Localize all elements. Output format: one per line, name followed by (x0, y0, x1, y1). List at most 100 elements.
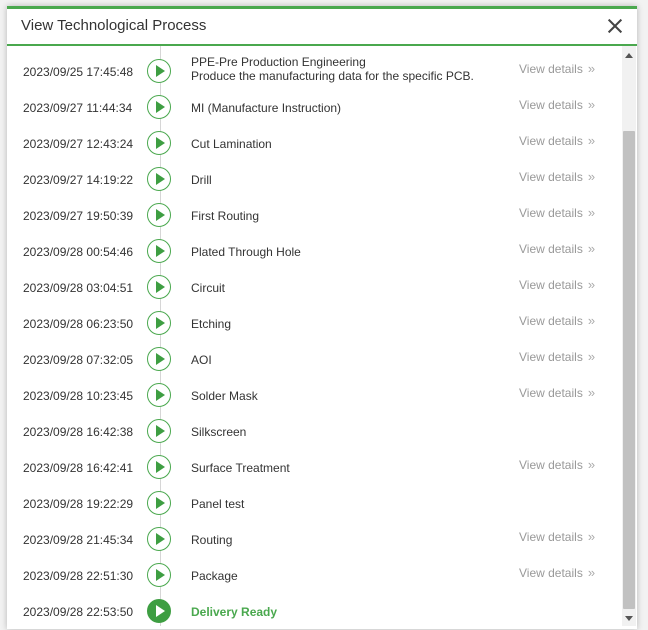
step-timestamp: 2023/09/28 19:22:29 (23, 497, 134, 511)
view-details-label: View details (519, 134, 583, 148)
play-icon (147, 347, 171, 371)
view-details-link[interactable]: View details » (519, 277, 595, 292)
process-step: 2023/09/28 07:32:05 AOI View details » (7, 342, 621, 378)
view-details-label: View details (519, 350, 583, 364)
play-icon (147, 455, 171, 479)
view-details-link[interactable]: View details » (519, 457, 595, 472)
double-chevron-right-icon: » (587, 457, 596, 472)
process-step: 2023/09/28 22:53:50 Delivery Ready (7, 594, 621, 626)
step-name: Panel test (191, 497, 245, 511)
step-timestamp: 2023/09/27 12:43:24 (23, 137, 134, 151)
process-dialog: View Technological Process 2023/09/25 17… (7, 6, 637, 629)
dialog-title: View Technological Process (21, 17, 207, 34)
double-chevron-right-icon: » (587, 97, 596, 112)
step-timestamp: 2023/09/27 14:19:22 (23, 173, 134, 187)
view-details-link[interactable]: View details » (519, 349, 595, 364)
step-timestamp: 2023/09/28 16:42:41 (23, 461, 134, 475)
scroll-down-arrow-icon[interactable] (625, 616, 633, 621)
process-step: 2023/09/28 10:23:45 Solder Mask View detai… (7, 378, 621, 414)
view-details-link[interactable]: View details » (519, 169, 595, 184)
view-details-label: View details (519, 386, 583, 400)
view-details-link[interactable]: View details » (519, 385, 595, 400)
step-description: Produce the manufacturing data for the s… (191, 69, 474, 83)
view-details-link[interactable]: View details » (519, 97, 595, 112)
step-name: Package (191, 569, 238, 583)
step-name: Surface Treatment (191, 461, 290, 475)
process-step: 2023/09/28 16:42:38 Silkscreen (7, 414, 621, 450)
view-details-link[interactable]: View details » (519, 313, 595, 328)
double-chevron-right-icon: » (587, 277, 596, 292)
step-timestamp: 2023/09/25 17:45:48 (23, 65, 134, 79)
double-chevron-right-icon: » (587, 241, 596, 256)
view-details-link[interactable]: View details » (519, 529, 595, 544)
double-chevron-right-icon: » (587, 169, 596, 184)
process-step: 2023/09/25 17:45:48 PPE-Pre Production En… (7, 54, 621, 90)
step-timestamp: 2023/09/28 06:23:50 (23, 317, 134, 331)
step-timestamp: 2023/09/28 22:53:50 (23, 605, 134, 619)
double-chevron-right-icon: » (587, 313, 596, 328)
step-name: Circuit (191, 281, 226, 295)
view-details-label: View details (519, 278, 583, 292)
double-chevron-right-icon: » (587, 205, 596, 220)
step-name: First Routing (191, 209, 260, 223)
step-timestamp: 2023/09/28 16:42:38 (23, 425, 134, 439)
process-step: 2023/09/28 22:51:30 Package View details » (7, 558, 621, 594)
process-step: 2023/09/27 14:19:22 Drill View details » (7, 162, 621, 198)
view-details-label: View details (519, 530, 583, 544)
step-timestamp: 2023/09/27 19:50:39 (23, 209, 134, 223)
view-details-link[interactable]: View details » (519, 565, 595, 580)
view-details-link[interactable]: View details » (519, 205, 595, 220)
view-details-label: View details (519, 98, 583, 112)
play-icon (147, 203, 171, 227)
view-details-label: View details (519, 566, 583, 580)
view-details-label: View details (519, 62, 583, 76)
double-chevron-right-icon: » (587, 385, 596, 400)
step-timestamp: 2023/09/28 07:32:05 (23, 353, 134, 367)
double-chevron-right-icon: » (587, 349, 596, 364)
step-name: Drill (191, 173, 212, 187)
play-icon (147, 275, 171, 299)
step-name: Cut Lamination (191, 137, 272, 151)
step-timestamp: 2023/09/28 03:04:51 (23, 281, 134, 295)
process-timeline: 2023/09/25 17:45:48 PPE-Pre Production En… (7, 46, 621, 626)
play-icon (147, 131, 171, 155)
scrollbar[interactable] (622, 46, 636, 626)
step-timestamp: 2023/09/28 10:23:45 (23, 389, 134, 403)
view-details-label: View details (519, 170, 583, 184)
process-step: 2023/09/28 16:42:41 Surface Treatment View… (7, 450, 621, 486)
process-step: 2023/09/28 21:45:34 Routing View details » (7, 522, 621, 558)
step-name: AOI (191, 353, 212, 367)
view-details-link[interactable]: View details » (519, 61, 595, 76)
double-chevron-right-icon: » (587, 133, 596, 148)
step-name: Etching (191, 317, 232, 331)
view-details-label: View details (519, 206, 583, 220)
view-details-label: View details (519, 458, 583, 472)
step-name: Delivery Ready (191, 605, 278, 619)
play-icon (147, 59, 171, 83)
dialog-header: View Technological Process (7, 9, 637, 46)
view-details-link[interactable]: View details » (519, 241, 595, 256)
process-step: 2023/09/28 00:54:46 Plated Through Hole Vi… (7, 234, 621, 270)
play-icon (147, 563, 171, 587)
process-step: 2023/09/28 19:22:29 Panel test (7, 486, 621, 522)
play-icon (147, 311, 171, 335)
play-icon (147, 527, 171, 551)
process-step: 2023/09/28 03:04:51 Circuit View details » (7, 270, 621, 306)
process-step: 2023/09/27 19:50:39 First Routing View det… (7, 198, 621, 234)
view-details-label: View details (519, 242, 583, 256)
step-name: MI (Manufacture Instruction) (191, 101, 342, 115)
close-icon[interactable] (607, 18, 623, 34)
play-icon (147, 491, 171, 515)
process-step: 2023/09/27 11:44:34 MI (Manufacture Instr… (7, 90, 621, 126)
play-icon (147, 239, 171, 263)
play-filled-icon (147, 599, 171, 623)
view-details-link[interactable]: View details » (519, 133, 595, 148)
step-name: Routing (191, 533, 233, 547)
step-timestamp: 2023/09/28 00:54:46 (23, 245, 134, 259)
step-name: Solder Mask (191, 389, 258, 403)
scroll-thumb[interactable] (623, 131, 635, 609)
process-step: 2023/09/28 06:23:50 Etching View details » (7, 306, 621, 342)
double-chevron-right-icon: » (587, 61, 596, 76)
step-name: PPE-Pre Production Engineering (191, 55, 366, 69)
scroll-up-arrow-icon[interactable] (625, 53, 633, 58)
